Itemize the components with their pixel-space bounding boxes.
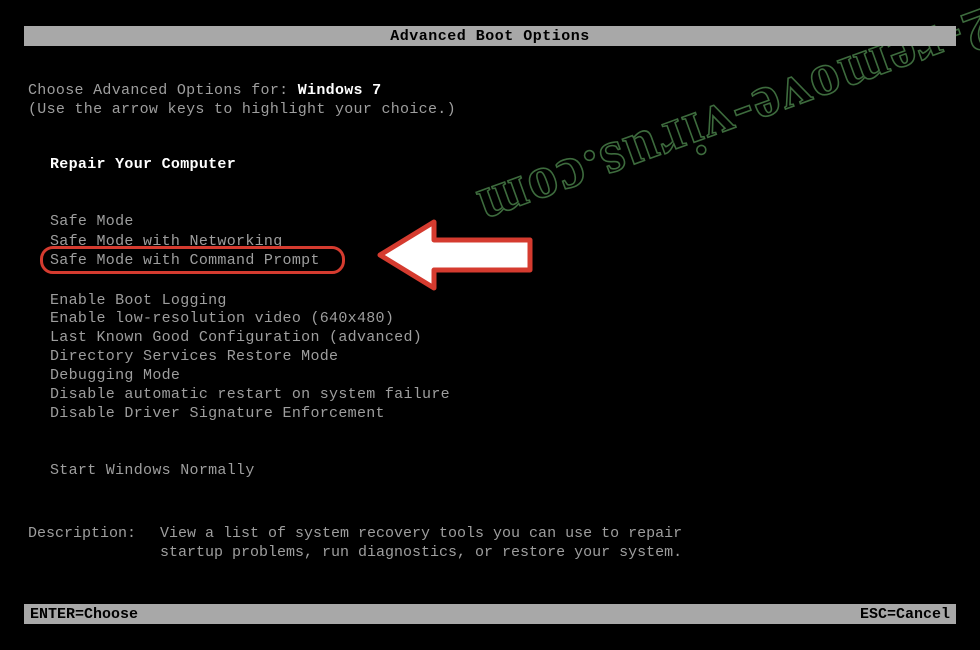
menu-item-boot-logging[interactable]: Enable Boot Logging: [50, 292, 227, 309]
menu-item-disable-auto-restart[interactable]: Disable automatic restart on system fail…: [50, 386, 450, 403]
title-bar: Advanced Boot Options: [24, 26, 956, 46]
footer-esc: ESC=Cancel: [860, 606, 950, 623]
menu-item-disable-driver-sig[interactable]: Disable Driver Signature Enforcement: [50, 405, 385, 422]
menu-item-ds-restore[interactable]: Directory Services Restore Mode: [50, 348, 338, 365]
menu-item-repair[interactable]: Repair Your Computer: [50, 156, 236, 173]
menu-item-safe-mode-cmd[interactable]: Safe Mode with Command Prompt: [50, 252, 320, 269]
footer-bar: ENTER=Choose ESC=Cancel: [24, 604, 956, 624]
choose-line: Choose Advanced Options for: Windows 7: [28, 82, 381, 99]
menu-item-low-res[interactable]: Enable low-resolution video (640x480): [50, 310, 394, 327]
description-text-2: startup problems, run diagnostics, or re…: [160, 544, 682, 561]
menu-item-start-normally[interactable]: Start Windows Normally: [50, 462, 255, 479]
arrow-icon: [372, 214, 536, 296]
menu-item-last-known-good[interactable]: Last Known Good Configuration (advanced): [50, 329, 422, 346]
menu-item-safe-mode[interactable]: Safe Mode: [50, 213, 134, 230]
menu-item-debugging[interactable]: Debugging Mode: [50, 367, 180, 384]
title-text: Advanced Boot Options: [390, 28, 590, 45]
instructions-line: (Use the arrow keys to highlight your ch…: [28, 101, 456, 118]
description-label: Description:: [28, 525, 136, 542]
menu-item-safe-mode-networking[interactable]: Safe Mode with Networking: [50, 233, 283, 250]
footer-enter: ENTER=Choose: [30, 606, 138, 623]
description-text-1: View a list of system recovery tools you…: [160, 525, 682, 542]
os-name: Windows 7: [298, 82, 382, 99]
